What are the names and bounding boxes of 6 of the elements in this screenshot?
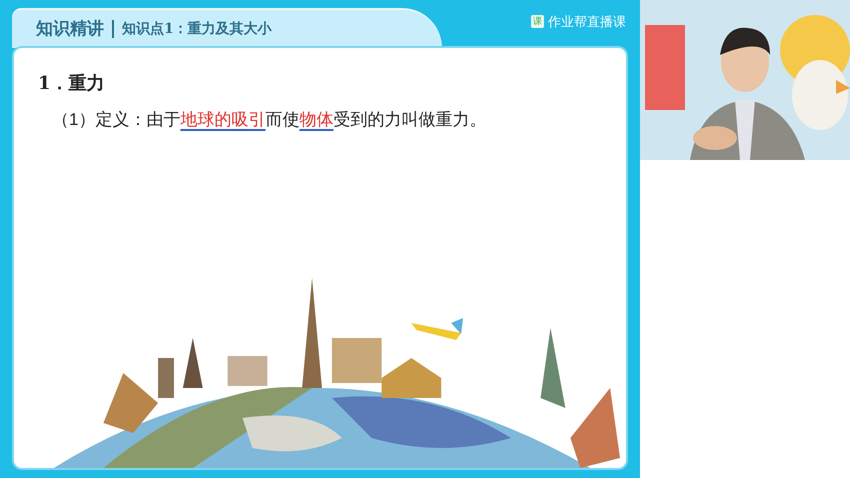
section-title: 知识精讲 — [36, 18, 104, 40]
logo-icon: 课 — [531, 15, 544, 28]
topic-title: 知识点1：重力及其大小 — [122, 20, 272, 38]
definition-text: （1）定义：由于地球的吸引 而使物体受到的力叫做重力。 — [51, 109, 488, 131]
logo-text: 作业帮直播课 — [548, 13, 626, 31]
slide-heading: 1．重力 — [38, 72, 106, 96]
